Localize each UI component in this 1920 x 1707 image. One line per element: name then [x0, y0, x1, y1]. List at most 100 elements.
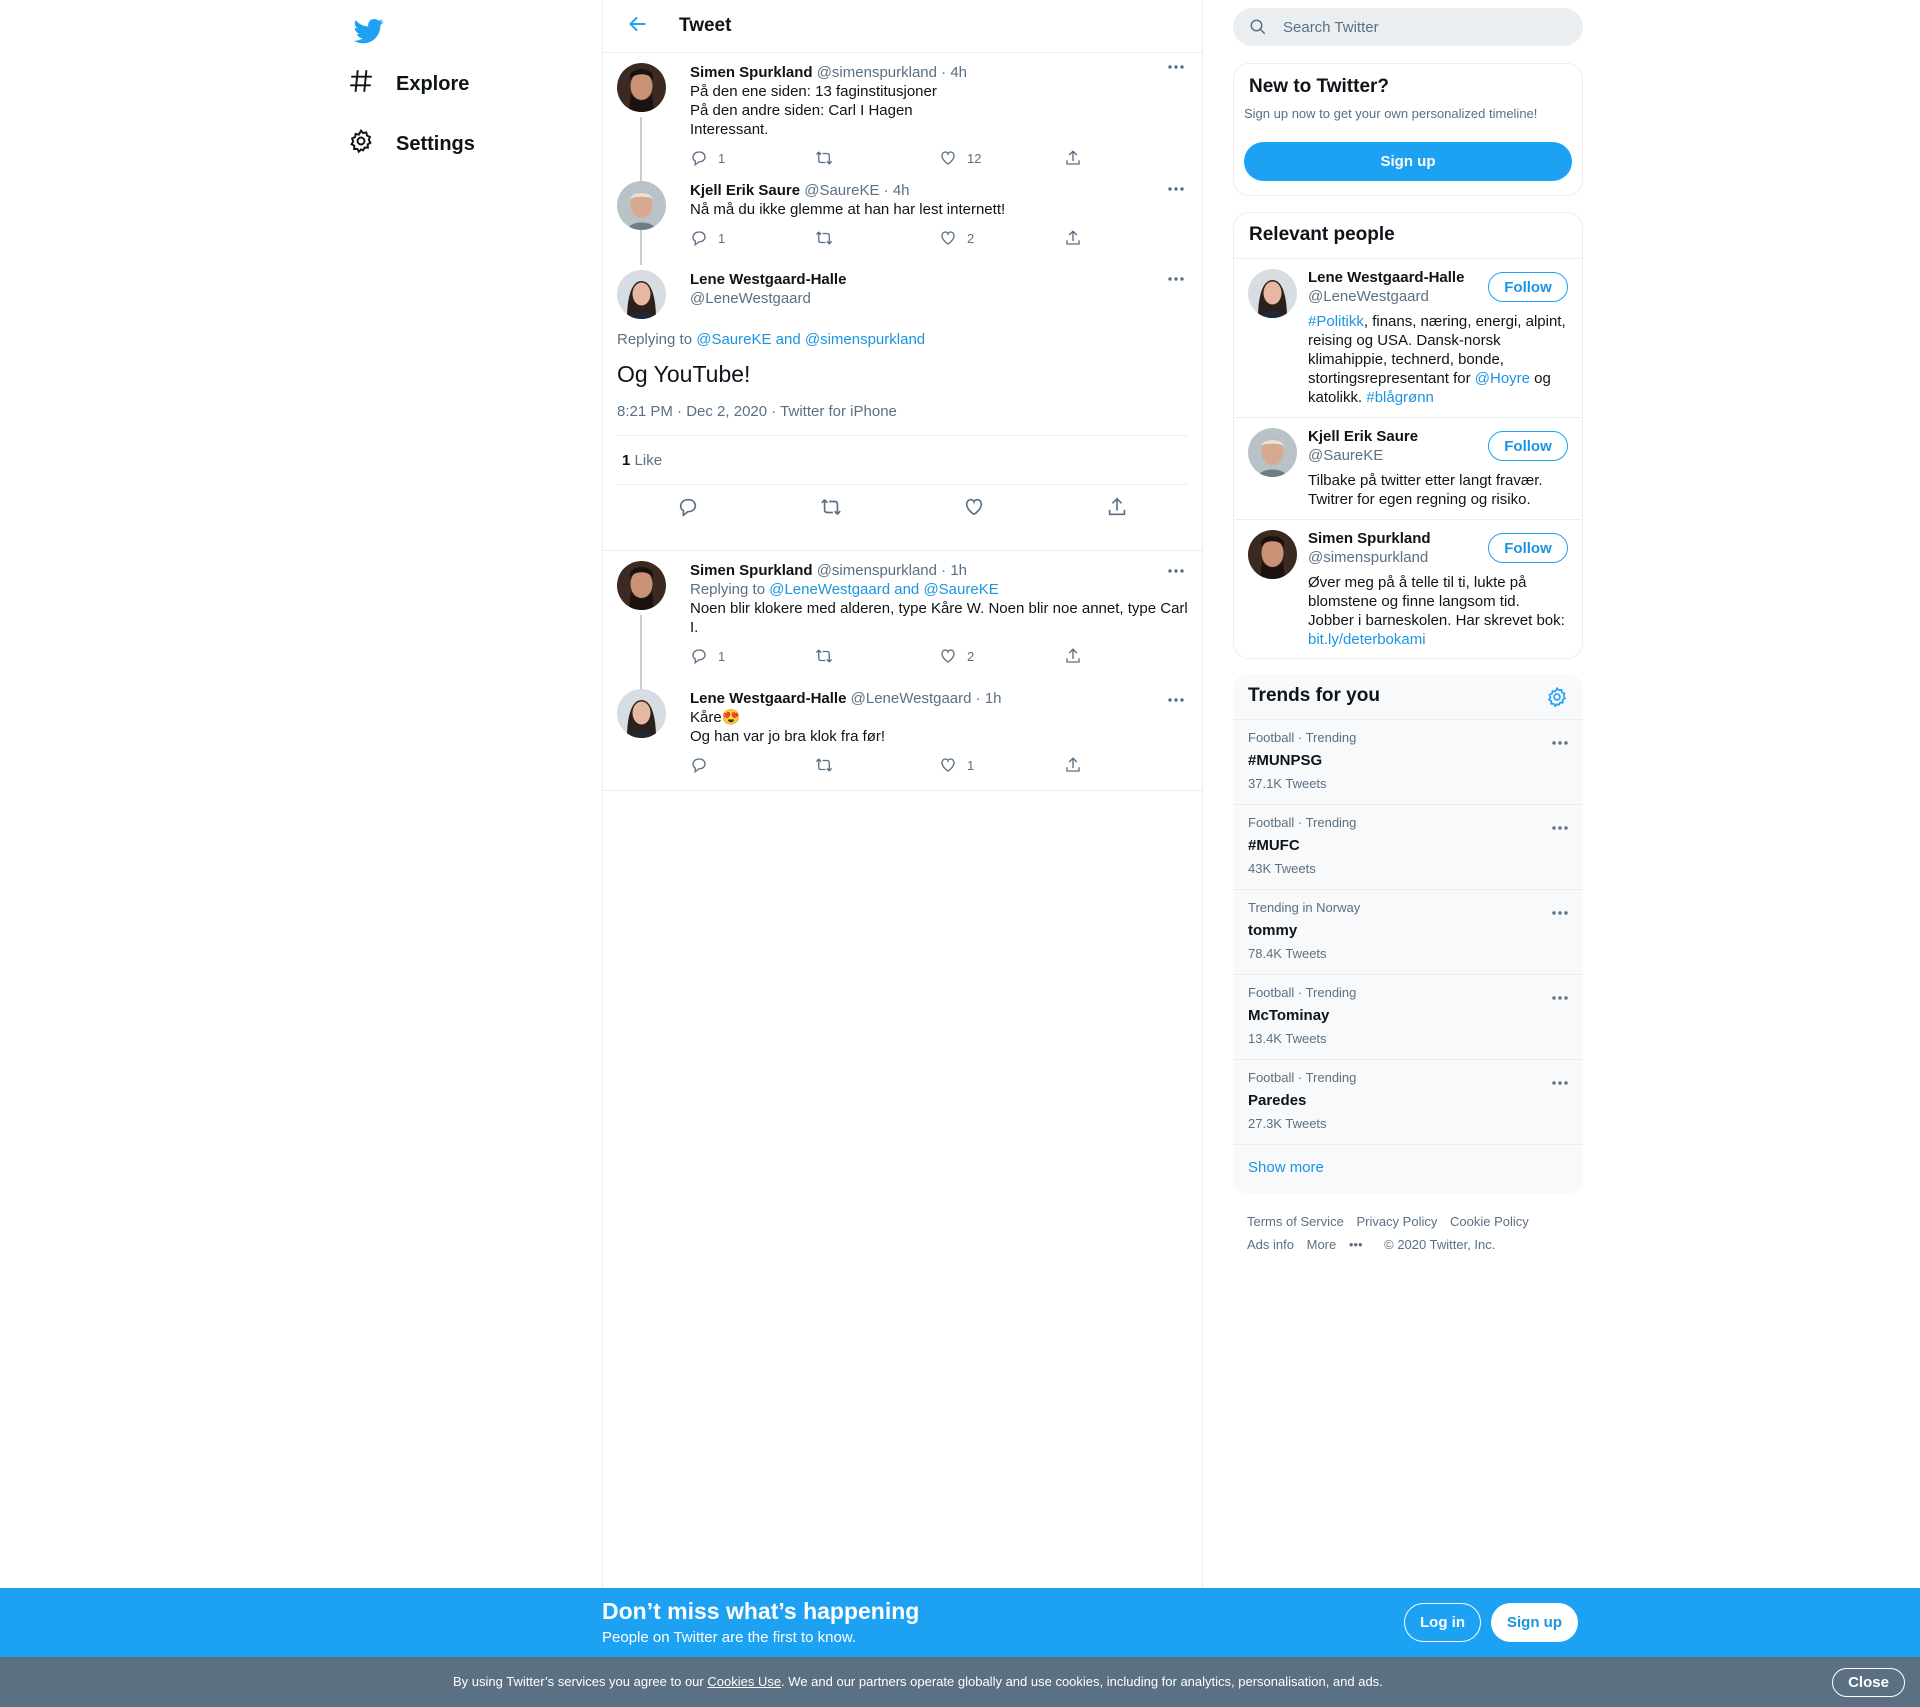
retweet-button[interactable] [815, 231, 940, 251]
reply-button[interactable]: 1 [690, 151, 815, 171]
like-stats[interactable]: 1 Like [617, 435, 1188, 485]
banner-title: Don’t miss what’s happening [602, 1598, 920, 1624]
more-options-icon[interactable] [1552, 1072, 1568, 1090]
heart-icon[interactable] [963, 496, 985, 523]
reply-button[interactable]: 1 [690, 649, 815, 669]
author-name[interactable]: Simen Spurkland [690, 562, 813, 579]
avatar[interactable] [617, 689, 666, 738]
footer-link[interactable]: Privacy Policy [1356, 1214, 1437, 1229]
avatar[interactable] [617, 561, 666, 610]
share-button[interactable] [1064, 149, 1189, 172]
avatar[interactable] [617, 63, 666, 112]
twitter-bird-icon[interactable] [348, 10, 390, 52]
tweet-item[interactable]: Lene Westgaard-Halle @LeneWestgaard · 1h… [603, 684, 1202, 791]
bio-url-link[interactable]: bit.ly/deterbokami [1308, 631, 1426, 648]
tweet-time[interactable]: 4h [950, 64, 967, 81]
share-icon[interactable] [1106, 496, 1128, 523]
author-name[interactable]: Simen Spurkland [690, 64, 813, 81]
gear-icon[interactable] [1546, 686, 1568, 714]
sign-up-button[interactable]: Sign up [1244, 142, 1572, 181]
page-title: Tweet [679, 15, 732, 36]
reply-icon[interactable] [677, 496, 699, 523]
footer-more-link[interactable]: More ••• [1307, 1237, 1372, 1252]
more-options-icon[interactable] [1552, 902, 1568, 920]
search-bar[interactable] [1233, 8, 1583, 46]
retweet-icon[interactable] [820, 496, 842, 523]
trend-item[interactable]: Trending in Norway tommy 78.4K Tweets [1233, 889, 1583, 974]
author-name[interactable]: Kjell Erik Saure [690, 182, 800, 199]
follow-button[interactable]: Follow [1488, 272, 1568, 302]
like-button[interactable]: 2 [939, 649, 1064, 669]
author-handle[interactable]: @LeneWestgaard [690, 289, 1188, 308]
nav-settings[interactable]: Settings [348, 119, 475, 169]
trend-meta: Football · Trending [1248, 815, 1357, 830]
tweet-time[interactable]: 1h [950, 562, 967, 579]
close-button[interactable]: Close [1832, 1668, 1905, 1697]
search-input[interactable] [1283, 18, 1563, 36]
more-options-icon[interactable] [1552, 817, 1568, 835]
footer-link[interactable]: Ads info [1247, 1237, 1294, 1252]
replying-to-link[interactable]: @SaureKE and @simenspurkland [696, 331, 925, 348]
replying-to-link[interactable]: @LeneWestgaard and @SaureKE [769, 581, 998, 598]
retweet-button[interactable] [815, 649, 940, 669]
like-button[interactable]: 2 [939, 231, 1064, 251]
author-handle[interactable]: @simenspurkland [817, 64, 937, 81]
trend-item[interactable]: Football · Trending McTominay 13.4K Twee… [1233, 974, 1583, 1059]
bio-hashtag-link[interactable]: #Politikk [1308, 313, 1364, 330]
tweet-time[interactable]: 4h [893, 182, 910, 199]
like-button[interactable]: 12 [939, 151, 1064, 171]
reply-button[interactable] [690, 758, 815, 778]
person-item[interactable]: Follow Simen Spurkland @simenspurkland Ø… [1234, 519, 1582, 658]
avatar[interactable] [617, 181, 666, 230]
tweet-time[interactable]: 8:21 PM [617, 403, 673, 420]
more-options-icon[interactable] [1166, 690, 1186, 710]
person-item[interactable]: Follow Kjell Erik Saure @SaureKE Tilbake… [1234, 417, 1582, 519]
like-button[interactable]: 1 [939, 758, 1064, 778]
trend-item[interactable]: Football · Trending Paredes 27.3K Tweets [1233, 1059, 1583, 1144]
reply-icon [690, 647, 708, 670]
footer-link[interactable]: Terms of Service [1247, 1214, 1344, 1229]
tweet-item[interactable]: Simen Spurkland @simenspurkland · 4h På … [603, 53, 1202, 237]
share-button[interactable] [1064, 648, 1189, 669]
author-name[interactable]: Lene Westgaard-Halle [690, 690, 846, 707]
back-button[interactable] [620, 8, 656, 44]
tweet-time[interactable]: 1h [985, 690, 1002, 707]
trend-item[interactable]: Football · Trending #MUFC 43K Tweets [1233, 804, 1583, 889]
bio-hashtag-link[interactable]: #blågrønn [1366, 389, 1434, 406]
person-item[interactable]: Follow Lene Westgaard-Halle @LeneWestgaa… [1234, 258, 1582, 417]
log-in-button[interactable]: Log in [1404, 1603, 1481, 1642]
share-button[interactable] [1064, 757, 1189, 778]
banner-sign-up-button[interactable]: Sign up [1491, 1603, 1578, 1642]
more-options-icon[interactable] [1166, 57, 1186, 77]
avatar[interactable] [1248, 428, 1297, 477]
more-options-icon[interactable] [1166, 269, 1186, 289]
author-handle[interactable]: @LeneWestgaard [851, 690, 972, 707]
avatar[interactable] [1248, 269, 1297, 318]
avatar[interactable] [617, 270, 666, 319]
more-options-icon[interactable] [1552, 732, 1568, 750]
tweet-source[interactable]: Twitter for iPhone [780, 403, 897, 420]
more-options-icon[interactable] [1166, 179, 1186, 199]
tweet-item[interactable]: Kjell Erik Saure @SaureKE · 4h Nå må du … [603, 175, 1202, 265]
show-more-link[interactable]: Show more [1233, 1144, 1583, 1194]
follow-button[interactable]: Follow [1488, 431, 1568, 461]
trend-item[interactable]: Football · Trending #MUNPSG 37.1K Tweets [1233, 719, 1583, 804]
share-icon [1064, 149, 1082, 172]
more-options-icon[interactable] [1552, 987, 1568, 1005]
retweet-button[interactable] [815, 758, 940, 778]
bio-mention-link[interactable]: @Hoyre [1475, 370, 1530, 387]
tweet-item[interactable]: Simen Spurkland @simenspurkland · 1h Rep… [603, 551, 1202, 690]
footer-link[interactable]: Cookie Policy [1450, 1214, 1529, 1229]
cookies-use-link[interactable]: Cookies Use [707, 1674, 781, 1689]
author-handle[interactable]: @simenspurkland [817, 562, 937, 579]
reply-button[interactable]: 1 [690, 231, 815, 251]
share-button[interactable] [1064, 230, 1189, 251]
retweet-button[interactable] [815, 151, 940, 171]
author-handle[interactable]: @SaureKE [804, 182, 879, 199]
nav-explore[interactable]: Explore [348, 59, 469, 109]
author-name[interactable]: Lene Westgaard-Halle [690, 270, 1188, 289]
tweet-date[interactable]: Dec 2, 2020 [686, 403, 767, 420]
follow-button[interactable]: Follow [1488, 533, 1568, 563]
avatar[interactable] [1248, 530, 1297, 579]
more-options-icon[interactable] [1166, 561, 1186, 581]
